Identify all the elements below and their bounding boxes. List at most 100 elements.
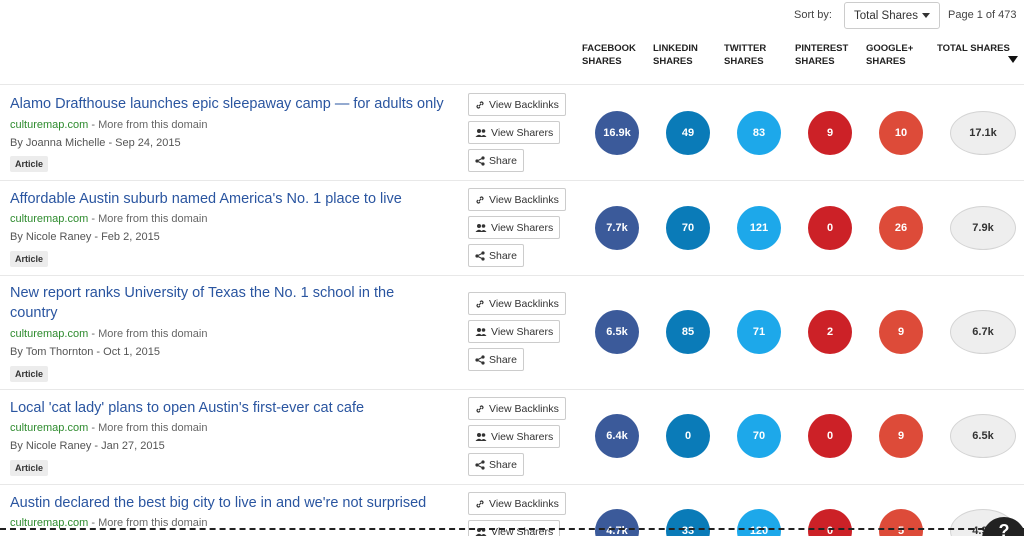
- column-header-line: LINKEDIN: [653, 43, 698, 54]
- view-sharers-button[interactable]: View Sharers: [468, 216, 561, 239]
- column-header-facebook[interactable]: FACEBOOK SHARES: [582, 42, 636, 68]
- twitter-shares-count: 121: [737, 206, 781, 250]
- article-title[interactable]: Alamo Drafthouse launches epic sleepaway…: [10, 94, 460, 114]
- content-type-badge: Article: [10, 156, 49, 172]
- domain-line: culturemap.com - More from this domain: [10, 422, 208, 434]
- pinterest-shares-count: 0: [808, 509, 852, 536]
- googleplus-shares-count: 10: [879, 111, 923, 155]
- share-button[interactable]: Share: [468, 244, 525, 267]
- button-label: View Backlinks: [489, 402, 559, 415]
- column-header-line: FACEBOOK: [582, 43, 636, 54]
- pinterest-shares-count: 0: [808, 414, 852, 458]
- total-shares-count: 17.1k: [950, 111, 1016, 155]
- view-sharers-button[interactable]: View Sharers: [468, 121, 561, 144]
- domain-link[interactable]: culturemap.com: [10, 328, 88, 340]
- column-header-pinterest[interactable]: PINTEREST SHARES: [795, 42, 848, 68]
- twitter-shares-count: 70: [737, 414, 781, 458]
- link-icon: [476, 404, 484, 413]
- byline: By Nicole Raney - Jan 27, 2015: [10, 440, 165, 452]
- article-row: New report ranks University of Texas the…: [0, 275, 1024, 389]
- view-sharers-button[interactable]: View Sharers: [468, 320, 561, 343]
- domain-link[interactable]: culturemap.com: [10, 213, 88, 225]
- link-icon: [476, 100, 484, 109]
- domain-link[interactable]: culturemap.com: [10, 422, 88, 434]
- facebook-shares-count: 16.9k: [595, 111, 639, 155]
- column-header-twitter[interactable]: TWITTER SHARES: [724, 42, 766, 68]
- share-icon: [475, 354, 485, 365]
- button-label: Share: [489, 353, 518, 366]
- googleplus-shares-count: 26: [879, 206, 923, 250]
- content-type-badge: Article: [10, 366, 49, 382]
- view-sharers-button[interactable]: View Sharers: [468, 425, 561, 448]
- users-icon: [475, 432, 487, 441]
- article-title[interactable]: Local 'cat lady' plans to open Austin's …: [10, 398, 460, 418]
- byline: By Joanna Michelle - Sep 24, 2015: [10, 137, 181, 149]
- button-label: View Backlinks: [489, 98, 559, 111]
- pinterest-shares-count: 2: [808, 310, 852, 354]
- view-backlinks-button[interactable]: View Backlinks: [468, 292, 566, 315]
- domain-link[interactable]: culturemap.com: [10, 119, 88, 131]
- googleplus-shares-count: 5: [879, 509, 923, 536]
- button-label: View Sharers: [491, 430, 554, 443]
- button-label: View Backlinks: [489, 297, 559, 310]
- article-row: Local 'cat lady' plans to open Austin's …: [0, 389, 1024, 484]
- domain-line: culturemap.com - More from this domain: [10, 119, 208, 131]
- article-title[interactable]: New report ranks University of Texas the…: [10, 283, 430, 323]
- sort-dropdown[interactable]: Total Shares: [844, 2, 940, 29]
- article-row: Affordable Austin suburb named America's…: [0, 180, 1024, 275]
- column-headers: FACEBOOK SHARES LINKEDIN SHARES TWITTER …: [0, 42, 1024, 72]
- domain-line: culturemap.com - More from this domain: [10, 328, 208, 340]
- linkedin-shares-count: 70: [666, 206, 710, 250]
- pinterest-shares-count: 9: [808, 111, 852, 155]
- column-header-googleplus[interactable]: GOOGLE+ SHARES: [866, 42, 913, 68]
- column-header-line: GOOGLE+: [866, 43, 914, 54]
- fold-divider: [0, 528, 1024, 530]
- article-row: Alamo Drafthouse launches epic sleepaway…: [0, 84, 1024, 180]
- facebook-shares-count: 6.4k: [595, 414, 639, 458]
- link-icon: [476, 195, 484, 204]
- share-button[interactable]: Share: [468, 348, 525, 371]
- page-info: Page 1 of 473: [948, 9, 1017, 21]
- column-header-line: TWITTER: [724, 43, 767, 54]
- view-backlinks-button[interactable]: View Backlinks: [468, 93, 566, 116]
- button-label: View Sharers: [491, 325, 554, 338]
- more-from-domain-link[interactable]: More from this domain: [98, 119, 207, 131]
- twitter-shares-count: 120: [737, 509, 781, 536]
- total-shares-count: 7.9k: [950, 206, 1016, 250]
- share-button[interactable]: Share: [468, 453, 525, 476]
- column-header-line: TOTAL SHARES: [937, 43, 1010, 54]
- more-from-domain-link[interactable]: More from this domain: [98, 328, 207, 340]
- share-icon: [475, 155, 485, 166]
- share-button[interactable]: Share: [468, 149, 525, 172]
- column-header-line: SHARES: [795, 56, 835, 67]
- sort-descending-icon[interactable]: [1008, 56, 1018, 63]
- button-label: Share: [489, 249, 518, 262]
- pinterest-shares-count: 0: [808, 206, 852, 250]
- facebook-shares-count: 4.7k: [595, 509, 639, 536]
- sort-value: Total Shares: [854, 9, 918, 22]
- facebook-shares-count: 6.5k: [595, 310, 639, 354]
- column-header-total[interactable]: TOTAL SHARES: [937, 42, 1010, 55]
- view-backlinks-button[interactable]: View Backlinks: [468, 188, 566, 211]
- toolbar: Sort by: Total Shares Page 1 of 473: [0, 0, 1024, 32]
- sort-label: Sort by:: [794, 9, 832, 21]
- linkedin-shares-count: 49: [666, 111, 710, 155]
- linkedin-shares-count: 85: [666, 310, 710, 354]
- article-title[interactable]: Affordable Austin suburb named America's…: [10, 189, 460, 209]
- column-header-linkedin[interactable]: LINKEDIN SHARES: [653, 42, 698, 68]
- link-icon: [476, 299, 484, 308]
- googleplus-shares-count: 9: [879, 310, 923, 354]
- column-header-line: SHARES: [724, 56, 764, 67]
- more-from-domain-link[interactable]: More from this domain: [98, 213, 207, 225]
- more-from-domain-link[interactable]: More from this domain: [98, 422, 207, 434]
- byline: By Nicole Raney - Feb 2, 2015: [10, 231, 160, 243]
- total-shares-count: 6.5k: [950, 414, 1016, 458]
- article-title[interactable]: Austin declared the best big city to liv…: [10, 493, 460, 513]
- twitter-shares-count: 71: [737, 310, 781, 354]
- linkedin-shares-count: 0: [666, 414, 710, 458]
- facebook-shares-count: 7.7k: [595, 206, 639, 250]
- link-icon: [476, 499, 484, 508]
- linkedin-shares-count: 33: [666, 509, 710, 536]
- view-backlinks-button[interactable]: View Backlinks: [468, 397, 566, 420]
- view-backlinks-button[interactable]: View Backlinks: [468, 492, 566, 515]
